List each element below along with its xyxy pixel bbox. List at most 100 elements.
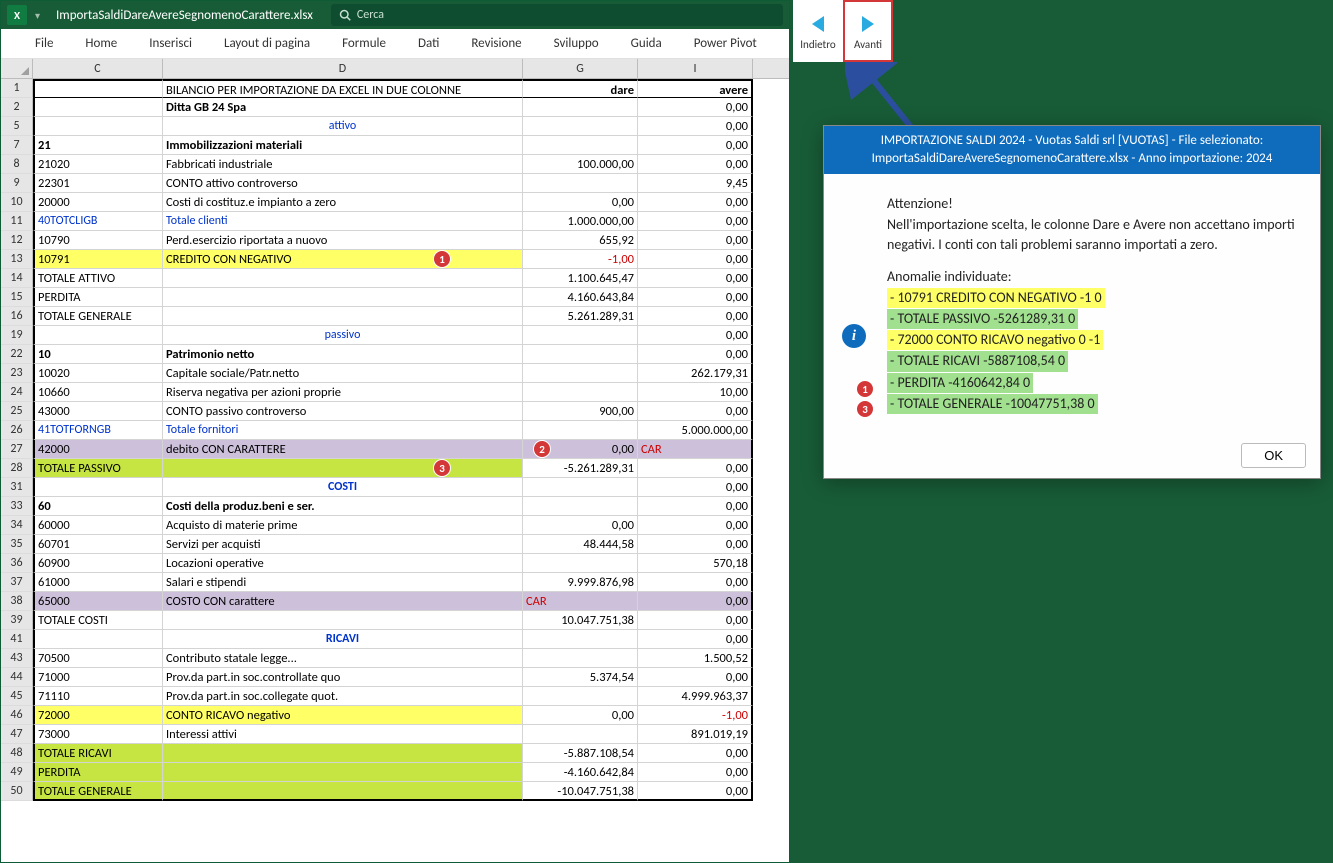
cell[interactable]: 0,00 [638,497,753,516]
cell[interactable]: 1.100.645,47 [523,269,638,288]
cell[interactable]: Totale clienti [163,212,523,231]
cell[interactable] [33,630,163,649]
ribbon-tab-inserisci[interactable]: Inserisci [145,30,196,57]
cell[interactable]: 0,00 [638,611,753,630]
row-header[interactable]: 25 [1,402,33,421]
cell[interactable]: CONTO passivo controverso [163,402,523,421]
cell[interactable]: 0,00 [638,98,753,117]
cell[interactable] [163,307,523,326]
ok-button[interactable]: OK [1241,443,1306,468]
cell[interactable]: 0,00 [638,459,753,478]
row-header[interactable]: 28 [1,459,33,478]
cell[interactable] [523,630,638,649]
cell[interactable]: 10020 [33,364,163,383]
cell[interactable]: 0,00 [638,535,753,554]
cell[interactable]: Acquisto di materie prime [163,516,523,535]
cell[interactable]: TOTALE PASSIVO [33,459,163,478]
cell[interactable]: COSTO CON carattere [163,592,523,611]
row-header[interactable]: 19 [1,326,33,345]
cell[interactable]: 0,00 [638,269,753,288]
cell[interactable]: 0,00 [638,744,753,763]
cell[interactable]: 262.179,31 [638,364,753,383]
cell[interactable] [523,478,638,497]
row-header[interactable]: 44 [1,668,33,687]
row-header[interactable]: 2 [1,98,33,117]
cell[interactable]: CAR [523,592,638,611]
cell[interactable]: 0,00 [638,231,753,250]
cell[interactable]: 0,00 [638,782,753,801]
header-cell[interactable]: avere [638,79,753,98]
cell[interactable]: 10,00 [638,383,753,402]
ribbon-tab-power-pivot[interactable]: Power Pivot [690,30,761,57]
cell[interactable]: 71000 [33,668,163,687]
cell[interactable]: -4.160.642,84 [523,763,638,782]
cell[interactable]: PERDITA [33,288,163,307]
cell[interactable]: TOTALE RICAVI [33,744,163,763]
cell[interactable] [163,269,523,288]
ribbon-tab-sviluppo[interactable]: Sviluppo [550,30,603,57]
cell[interactable]: attivo [163,117,523,136]
cell[interactable]: COSTI [163,478,523,497]
cell[interactable]: 1.500,52 [638,649,753,668]
cell[interactable]: 60900 [33,554,163,573]
cell[interactable] [163,763,523,782]
cell[interactable]: 42000 [33,440,163,459]
cell[interactable] [523,326,638,345]
cell[interactable] [163,744,523,763]
cell[interactable]: 0,00 [638,592,753,611]
cell[interactable]: Salari e stipendi [163,573,523,592]
row-header[interactable]: 5 [1,117,33,136]
cell[interactable] [33,478,163,497]
cell[interactable]: 0,00 [523,706,638,725]
cell[interactable]: 48.444,58 [523,535,638,554]
cell[interactable]: 0,00 [638,326,753,345]
row-header[interactable]: 35 [1,535,33,554]
cell[interactable]: 0,00 [638,193,753,212]
cell[interactable] [523,497,638,516]
row-header[interactable]: 8 [1,155,33,174]
cell[interactable]: PERDITA [33,763,163,782]
cell[interactable]: 60000 [33,516,163,535]
cell[interactable]: 0,00 [638,136,753,155]
cell[interactable]: TOTALE ATTIVO [33,269,163,288]
row-header[interactable]: 13 [1,250,33,269]
col-header-i[interactable]: I [638,59,753,78]
search-box[interactable]: Cerca [331,4,783,26]
forward-button[interactable]: Avanti [843,0,893,62]
cell[interactable] [523,421,638,440]
row-header[interactable]: 14 [1,269,33,288]
cell[interactable] [523,649,638,668]
cell[interactable] [523,345,638,364]
cell[interactable]: 0,00 [638,250,753,269]
row-header[interactable]: 23 [1,364,33,383]
cell[interactable]: 0,00 [638,573,753,592]
row-header[interactable]: 33 [1,497,33,516]
row-header[interactable]: 15 [1,288,33,307]
cell[interactable]: 61000 [33,573,163,592]
ribbon-tab-formule[interactable]: Formule [338,30,390,57]
row-header[interactable]: 38 [1,592,33,611]
row-header[interactable]: 31 [1,478,33,497]
cell[interactable]: 43000 [33,402,163,421]
cell[interactable] [33,326,163,345]
cell[interactable]: Interessi attivi [163,725,523,744]
cell[interactable]: Prov.da part.in soc.collegate quot. [163,687,523,706]
cell[interactable] [523,98,638,117]
cell[interactable] [523,174,638,193]
cell[interactable]: 891.019,19 [638,725,753,744]
cell[interactable]: debito CON CARATTERE [163,440,523,459]
row-header[interactable]: 34 [1,516,33,535]
row-header[interactable]: 48 [1,744,33,763]
cell[interactable] [523,383,638,402]
cell[interactable]: 0,00 [638,307,753,326]
cell[interactable]: -5.261.289,31 [523,459,638,478]
ribbon-tab-guida[interactable]: Guida [627,30,666,57]
cell[interactable]: -5.887.108,54 [523,744,638,763]
row-header[interactable]: 12 [1,231,33,250]
cell[interactable]: Servizi per acquisti [163,535,523,554]
cell[interactable]: Immobilizzazioni materiali [163,136,523,155]
cell[interactable] [163,459,523,478]
cell[interactable]: 1.000.000,00 [523,212,638,231]
cell[interactable]: 9,45 [638,174,753,193]
cell[interactable] [523,554,638,573]
